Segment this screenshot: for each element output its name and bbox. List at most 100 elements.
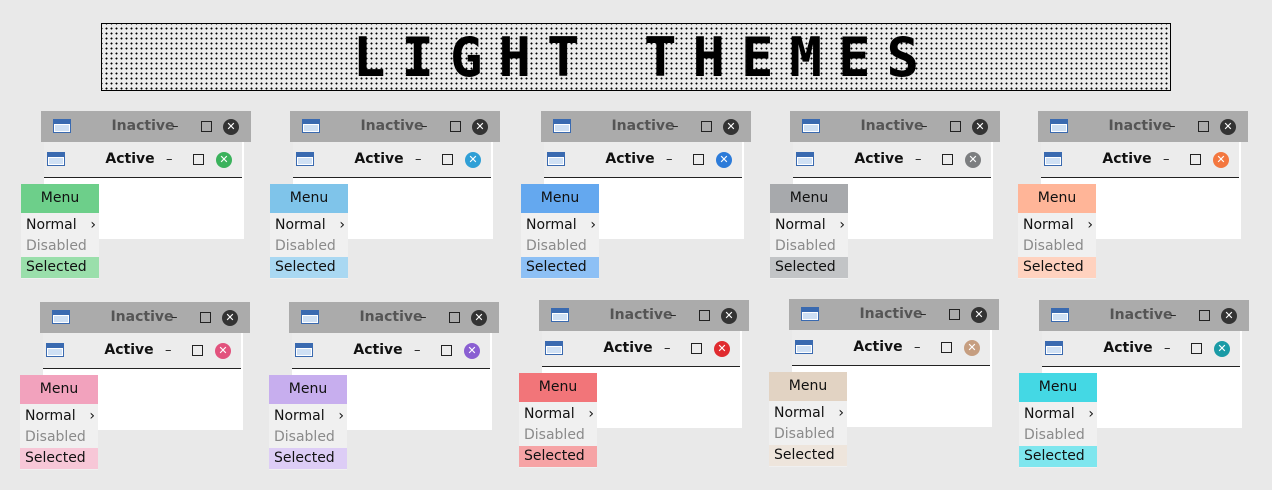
minimize-icon[interactable]: – bbox=[415, 142, 422, 177]
minimize-icon[interactable]: – bbox=[165, 333, 172, 368]
menu-button[interactable]: Menu bbox=[270, 184, 348, 213]
maximize-icon[interactable] bbox=[442, 154, 453, 165]
minimize-icon[interactable]: – bbox=[1170, 300, 1177, 331]
menu-item-normal[interactable]: Normal › bbox=[1018, 215, 1096, 236]
maximize-icon[interactable] bbox=[942, 154, 953, 165]
menu-item-selected[interactable]: Selected bbox=[20, 448, 98, 469]
close-icon[interactable]: ✕ bbox=[965, 152, 981, 168]
menu-button[interactable]: Menu bbox=[769, 372, 847, 401]
menu-button[interactable]: Menu bbox=[1018, 184, 1096, 213]
close-icon[interactable]: ✕ bbox=[1213, 152, 1229, 168]
menu-button[interactable]: Menu bbox=[519, 373, 597, 402]
menu-item-normal[interactable]: Normal › bbox=[269, 406, 347, 427]
menu-item-selected[interactable]: Selected bbox=[770, 257, 848, 278]
menu-item-normal[interactable]: Normal › bbox=[20, 406, 98, 427]
close-icon[interactable]: ✕ bbox=[216, 152, 232, 168]
close-icon[interactable]: ✕ bbox=[223, 119, 239, 135]
menu-item-normal[interactable]: Normal › bbox=[1019, 404, 1097, 425]
maximize-icon[interactable] bbox=[1191, 343, 1202, 354]
menu-button[interactable]: Menu bbox=[770, 184, 848, 213]
menu-item-normal-label: Normal bbox=[1024, 406, 1075, 422]
menu-button[interactable]: Menu bbox=[1019, 373, 1097, 402]
maximize-icon[interactable] bbox=[449, 312, 460, 323]
minimize-icon[interactable]: – bbox=[670, 300, 677, 331]
minimize-icon[interactable]: – bbox=[914, 330, 921, 365]
maximize-icon[interactable] bbox=[441, 345, 452, 356]
minimize-icon[interactable]: – bbox=[1169, 111, 1176, 142]
active-title: Active bbox=[603, 340, 653, 356]
close-icon[interactable]: ✕ bbox=[716, 152, 732, 168]
menu-dropdown: Normal › Disabled Selected bbox=[1018, 213, 1096, 279]
minimize-icon[interactable]: – bbox=[672, 111, 679, 142]
menu-item-normal[interactable]: Normal › bbox=[21, 215, 99, 236]
window-icon bbox=[1044, 152, 1062, 166]
menu-item-selected[interactable]: Selected bbox=[769, 445, 847, 466]
minimize-icon[interactable]: – bbox=[1164, 331, 1171, 366]
maximize-icon[interactable] bbox=[200, 312, 211, 323]
maximize-icon[interactable] bbox=[941, 342, 952, 353]
close-icon[interactable]: ✕ bbox=[1220, 119, 1236, 135]
minimize-icon[interactable]: – bbox=[920, 299, 927, 330]
close-icon[interactable]: ✕ bbox=[471, 310, 487, 326]
menu-item-selected[interactable]: Selected bbox=[1018, 257, 1096, 278]
maximize-icon[interactable] bbox=[693, 154, 704, 165]
close-icon[interactable]: ✕ bbox=[472, 119, 488, 135]
menu-item-selected[interactable]: Selected bbox=[270, 257, 348, 278]
minimize-icon[interactable]: – bbox=[414, 333, 421, 368]
maximize-icon[interactable] bbox=[701, 121, 712, 132]
minimize-icon[interactable]: – bbox=[664, 331, 671, 366]
close-icon[interactable]: ✕ bbox=[972, 119, 988, 135]
close-icon[interactable]: ✕ bbox=[714, 341, 730, 357]
maximize-icon[interactable] bbox=[201, 121, 212, 132]
chevron-right-icon: › bbox=[339, 217, 345, 233]
close-icon[interactable]: ✕ bbox=[465, 152, 481, 168]
minimize-icon[interactable]: – bbox=[666, 142, 673, 177]
menu-button[interactable]: Menu bbox=[521, 184, 599, 213]
chevron-right-icon: › bbox=[838, 405, 844, 421]
maximize-icon[interactable] bbox=[192, 345, 203, 356]
menu-item-selected[interactable]: Selected bbox=[519, 446, 597, 467]
maximize-icon[interactable] bbox=[691, 343, 702, 354]
menu-button[interactable]: Menu bbox=[269, 375, 347, 404]
close-icon[interactable]: ✕ bbox=[222, 310, 238, 326]
menu-item-selected[interactable]: Selected bbox=[521, 257, 599, 278]
close-icon[interactable]: ✕ bbox=[964, 340, 980, 356]
close-icon[interactable]: ✕ bbox=[1221, 308, 1237, 324]
maximize-icon[interactable] bbox=[1199, 310, 1210, 321]
menu-item-normal[interactable]: Normal › bbox=[769, 403, 847, 424]
maximize-icon[interactable] bbox=[1190, 154, 1201, 165]
menu-item-disabled: Disabled bbox=[524, 427, 585, 443]
close-icon[interactable]: ✕ bbox=[723, 119, 739, 135]
menu-item-selected[interactable]: Selected bbox=[21, 257, 99, 278]
close-icon[interactable]: ✕ bbox=[215, 343, 231, 359]
menu-item-normal[interactable]: Normal › bbox=[270, 215, 348, 236]
minimize-icon[interactable]: – bbox=[921, 111, 928, 142]
close-icon[interactable]: ✕ bbox=[971, 307, 987, 323]
minimize-icon[interactable]: – bbox=[172, 111, 179, 142]
maximize-icon[interactable] bbox=[699, 310, 710, 321]
chevron-right-icon: › bbox=[1087, 217, 1093, 233]
menu-item-normal[interactable]: Normal › bbox=[770, 215, 848, 236]
menu-item-selected[interactable]: Selected bbox=[1019, 446, 1097, 467]
close-icon[interactable]: ✕ bbox=[721, 308, 737, 324]
close-icon[interactable]: ✕ bbox=[1214, 341, 1230, 357]
menu-button[interactable]: Menu bbox=[20, 375, 98, 404]
minimize-icon[interactable]: – bbox=[171, 302, 178, 333]
minimize-icon[interactable]: – bbox=[166, 142, 173, 177]
menu-item-normal[interactable]: Normal › bbox=[521, 215, 599, 236]
maximize-icon[interactable] bbox=[193, 154, 204, 165]
menu-button[interactable]: Menu bbox=[21, 184, 99, 213]
menu-item-normal[interactable]: Normal › bbox=[519, 404, 597, 425]
maximize-icon[interactable] bbox=[450, 121, 461, 132]
maximize-icon[interactable] bbox=[1198, 121, 1209, 132]
close-icon[interactable]: ✕ bbox=[464, 343, 480, 359]
minimize-icon[interactable]: – bbox=[421, 111, 428, 142]
minimize-icon[interactable]: – bbox=[915, 142, 922, 177]
menu-item-selected[interactable]: Selected bbox=[269, 448, 347, 469]
maximize-icon[interactable] bbox=[950, 121, 961, 132]
maximize-icon[interactable] bbox=[949, 309, 960, 320]
menu-item-disabled: Disabled bbox=[275, 238, 336, 254]
menu-dropdown: Normal › Disabled Selected bbox=[770, 213, 848, 279]
minimize-icon[interactable]: – bbox=[420, 302, 427, 333]
minimize-icon[interactable]: – bbox=[1163, 142, 1170, 177]
